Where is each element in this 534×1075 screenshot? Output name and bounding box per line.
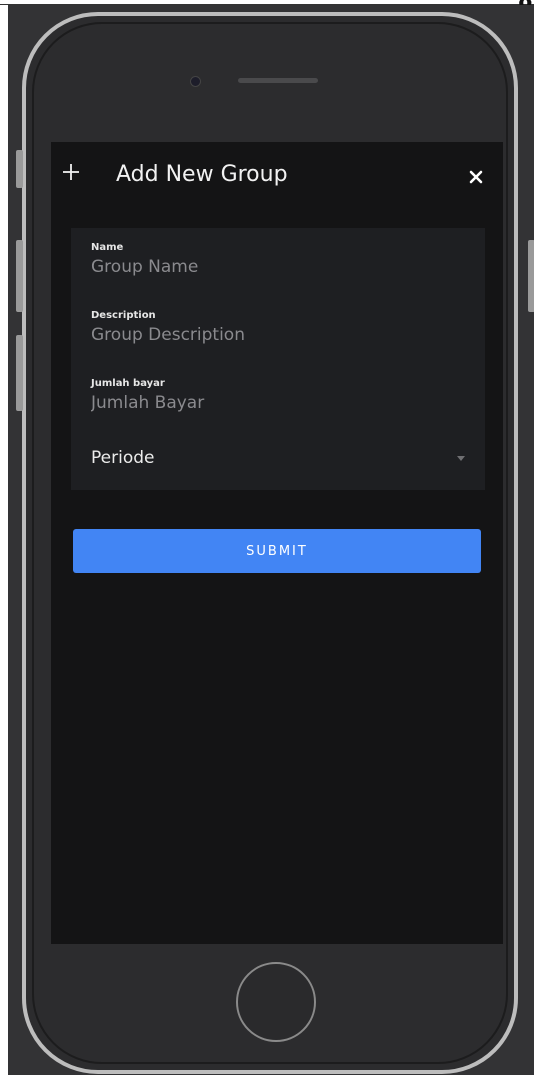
phone-volume-down-button	[16, 335, 23, 411]
phone-volume-up-button	[16, 240, 23, 312]
earpiece-speaker	[238, 78, 318, 83]
page: g Add New Group Name	[0, 0, 534, 1075]
close-icon[interactable]	[469, 170, 483, 184]
phone-mute-switch	[16, 150, 23, 188]
dialog-header: Add New Group	[51, 142, 503, 212]
home-button[interactable]	[236, 962, 316, 1042]
plus-icon[interactable]	[61, 162, 81, 182]
group-form: Name Description Jumlah bayar Periode	[71, 228, 485, 490]
description-input[interactable]	[91, 325, 471, 345]
amount-field: Jumlah bayar	[91, 378, 471, 413]
description-label: Description	[91, 310, 156, 321]
period-select-label: Periode	[91, 448, 155, 468]
front-camera	[190, 76, 201, 87]
period-select[interactable]: Periode	[91, 448, 465, 474]
name-label: Name	[91, 242, 124, 253]
phone-power-button	[528, 240, 534, 312]
amount-input[interactable]	[91, 393, 471, 413]
app-screen: Add New Group Name Description Jumlah ba…	[51, 142, 503, 944]
amount-label: Jumlah bayar	[91, 378, 165, 389]
dialog-title: Add New Group	[116, 162, 288, 187]
submit-button[interactable]: SUBMIT	[73, 529, 481, 573]
name-input[interactable]	[91, 257, 471, 277]
caret-down-icon	[457, 456, 465, 461]
name-field: Name	[91, 242, 471, 277]
description-field: Description	[91, 310, 471, 345]
